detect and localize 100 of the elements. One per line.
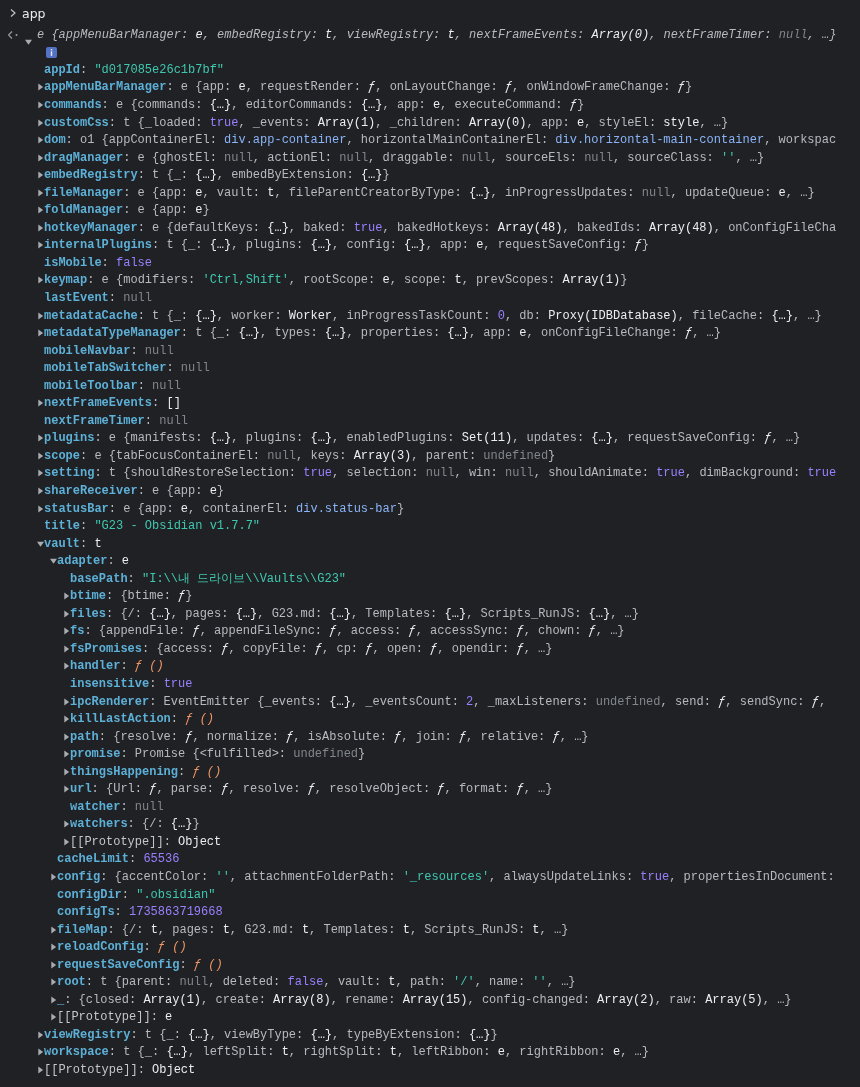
property-value: : e {commands: {…}, editorCommands: {…}, app: e, executeCommand: ƒ}	[101, 97, 585, 112]
expand-toggle-icon[interactable]	[25, 37, 32, 46]
property-name: watcher	[70, 799, 121, 814]
expand-toggle-icon[interactable]	[63, 609, 70, 618]
expand-toggle-icon[interactable]	[63, 732, 70, 741]
expand-toggle-icon[interactable]	[37, 1030, 44, 1039]
property-name: foldManager	[44, 203, 124, 218]
expand-toggle-icon[interactable]	[50, 1013, 57, 1022]
expand-toggle-icon[interactable]	[50, 557, 57, 566]
property-name: requestSaveConfig	[57, 957, 180, 972]
prompt-chevron-icon	[9, 8, 17, 18]
property-value: : {access: ƒ, copyFile: ƒ, cp: ƒ, open: ƒ, opendir: ƒ, …}	[142, 641, 553, 656]
result-arrow-icon	[7, 29, 19, 40]
property-name: embedRegistry	[44, 168, 138, 183]
property-name: watchers	[70, 817, 128, 832]
property-name: scope	[44, 448, 80, 463]
console-input[interactable]: app	[22, 5, 46, 21]
expand-toggle-icon[interactable]	[37, 329, 44, 338]
expand-toggle-icon[interactable]	[63, 644, 70, 653]
expand-toggle-icon[interactable]	[63, 820, 70, 829]
property-value: : e {defaultKeys: {…}, baked: true, bakedHotkeys: Array(48), bakedIds: Array(48), onConfigFileCha	[137, 220, 837, 235]
expand-toggle-icon[interactable]	[50, 943, 57, 952]
property-value: : e {app: e}	[137, 484, 225, 498]
expand-toggle-icon[interactable]	[37, 206, 44, 215]
property-name: adapter	[57, 554, 108, 569]
property-value: : t {_loaded: true, _events: Array(1), _children: Array(0), app: e, styleEl: style, …}	[108, 115, 729, 130]
property-name: killLastAction	[70, 712, 171, 727]
expand-toggle-icon[interactable]	[50, 995, 57, 1004]
expand-toggle-icon[interactable]	[63, 767, 70, 776]
expand-toggle-icon[interactable]	[37, 451, 44, 460]
expand-toggle-icon[interactable]	[37, 136, 44, 145]
expand-toggle-icon[interactable]	[63, 750, 70, 759]
property-name: dragManager	[44, 150, 124, 165]
property-value: : ƒ ()	[179, 957, 223, 972]
property-value: : []	[152, 396, 181, 411]
property-value: : Object	[163, 834, 222, 849]
property-name: commands	[44, 97, 102, 112]
property-name: mobileToolbar	[44, 378, 138, 393]
property-name: mobileTabSwitcher	[44, 361, 167, 376]
expand-toggle-icon[interactable]	[37, 118, 44, 127]
expand-toggle-icon[interactable]	[37, 100, 44, 109]
expand-toggle-icon[interactable]	[50, 925, 57, 934]
property-value: : t {_: {…}, viewByType: {…}, typeByExtension: {…}}	[130, 1027, 498, 1042]
property-name: handler	[70, 659, 121, 674]
property-value: : {appendFile: ƒ, appendFileSync: ƒ, access: ƒ, accessSync: ƒ, chown: ƒ, …}	[84, 624, 625, 639]
expand-toggle-icon[interactable]	[50, 873, 57, 881]
property-name: dom	[44, 133, 66, 148]
expand-toggle-icon[interactable]	[63, 837, 70, 846]
property-value: : e {tabFocusContainerEl: null, keys: Array(3), parent: undefined}	[80, 448, 556, 463]
expand-toggle-icon[interactable]	[37, 153, 44, 162]
property-name: hotkeyManager	[44, 220, 138, 235]
property-value: : t	[80, 536, 102, 551]
property-name: thingsHappening	[70, 764, 179, 779]
property-value: : t {_: {…}, plugins: {…}, config: {…}, app: e, requestSaveConfig: ƒ}	[152, 238, 649, 253]
expand-toggle-icon[interactable]	[37, 539, 44, 548]
property-name: plugins	[44, 431, 95, 446]
property-name: configTs	[57, 905, 115, 920]
expand-toggle-icon[interactable]	[37, 276, 44, 285]
property-value: : null	[137, 378, 181, 393]
property-name: viewRegistry	[44, 1027, 131, 1042]
expand-toggle-icon[interactable]	[63, 715, 70, 724]
property-value: : {/: {…}, pages: {…}, G23.md: {…}, Templates: {…}, Scripts_RunJS: {…}, …}	[106, 606, 639, 621]
property-name: internalPlugins	[44, 238, 153, 253]
property-name: btime	[70, 589, 106, 604]
expand-toggle-icon[interactable]	[63, 785, 70, 794]
property-name: reloadConfig	[57, 940, 144, 955]
property-value: : e {ghostEl: null, actionEl: null, draggable: null, sourceEls: null, sourceClass: '', …}	[123, 150, 765, 165]
expand-toggle-icon[interactable]	[37, 399, 44, 408]
expand-toggle-icon[interactable]	[37, 223, 44, 232]
expand-toggle-icon[interactable]	[37, 504, 44, 513]
expand-toggle-icon[interactable]	[37, 1048, 44, 1057]
expand-toggle-icon[interactable]	[50, 960, 57, 969]
property-name: lastEvent	[44, 290, 109, 305]
expand-toggle-icon[interactable]	[37, 83, 44, 92]
expand-toggle-icon[interactable]	[37, 469, 44, 478]
property-value: : t {_: {…}, worker: Worker, inProgressTaskCount: 0, db: Proxy(IDBDatabase), fileCache: {…}, …}	[137, 308, 822, 323]
property-value: : {accentColor: '', attachmentFolderPath: '_resources', alwaysUpdateLinks: true, propertiesInDocument:	[100, 870, 835, 884]
expand-toggle-icon[interactable]	[63, 697, 70, 706]
expand-toggle-icon[interactable]	[63, 662, 70, 671]
expand-toggle-icon[interactable]	[63, 627, 70, 636]
expand-toggle-icon[interactable]	[37, 171, 44, 180]
property-value: : 1735863719668	[114, 905, 223, 920]
property-name: fs	[70, 624, 85, 639]
expand-toggle-icon[interactable]	[50, 978, 57, 987]
info-icon[interactable]	[46, 46, 57, 58]
expand-toggle-icon[interactable]	[37, 1066, 44, 1075]
property-value: : null	[144, 413, 189, 428]
expand-toggle-icon[interactable]	[37, 188, 44, 197]
property-value: : {btime: ƒ}	[106, 589, 193, 604]
property-name: workspace	[44, 1045, 109, 1060]
property-name: nextFrameTimer	[44, 413, 145, 428]
expand-toggle-icon[interactable]	[37, 434, 44, 443]
expand-toggle-icon[interactable]	[37, 487, 44, 495]
expand-toggle-icon[interactable]	[63, 592, 70, 601]
property-value: : e {app: e, containerEl: div.status-bar}	[108, 501, 405, 516]
expand-toggle-icon[interactable]	[37, 241, 44, 250]
property-value: : e {app: e, vault: t, fileParentCreatorByType: {…}, inProgressUpdates: null, updateQueue: e, …}	[123, 185, 815, 200]
expand-toggle-icon[interactable]	[37, 311, 44, 320]
property-value: : null	[120, 799, 164, 814]
property-name: vault	[44, 536, 80, 551]
